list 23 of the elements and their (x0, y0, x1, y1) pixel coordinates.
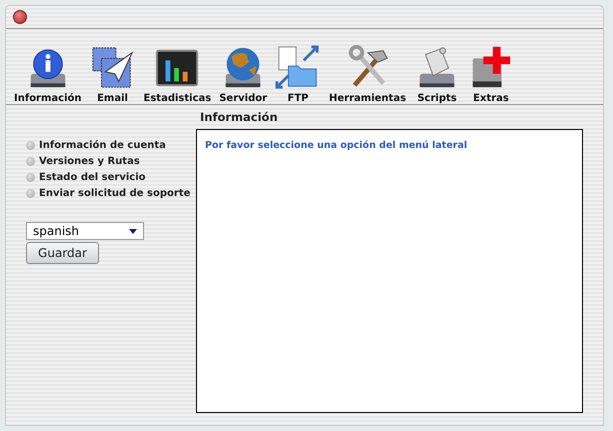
bullet-icon (26, 188, 35, 198)
toolbar-button[interactable]: Scripts (412, 45, 462, 104)
toolbar-button[interactable]: Herramientas (327, 45, 408, 104)
sidebar-link[interactable]: Estado del servicio (26, 169, 196, 185)
toolbar-button[interactable]: Información (12, 45, 84, 104)
toolbar-button[interactable]: Estadisticas (142, 45, 214, 104)
bullet-icon (26, 140, 35, 150)
message-text: Por favor seleccione una opción del menú lateral (205, 140, 468, 151)
caret-icon (129, 228, 137, 234)
bullet-icon (26, 156, 35, 166)
sidebar-link[interactable]: Información de cuenta (26, 137, 196, 153)
toolbar-button[interactable]: Extras (466, 45, 516, 104)
sidebar-link[interactable]: Enviar solicitud de soporte (26, 185, 196, 201)
save-button[interactable]: Guardar (26, 242, 99, 264)
sidebar-link[interactable]: Versiones y Rutas (26, 153, 196, 169)
language-select[interactable]: spanish (26, 222, 144, 240)
bullet-icon (26, 172, 35, 182)
toolbar-button[interactable]: Email (88, 45, 138, 104)
folder-transfer-icon (275, 45, 322, 91)
close-button[interactable] (13, 10, 27, 24)
toolbar-button[interactable]: Servidor (217, 45, 270, 104)
toolbar-button[interactable]: FTP (273, 45, 324, 104)
panel-title: Información (199, 109, 279, 126)
